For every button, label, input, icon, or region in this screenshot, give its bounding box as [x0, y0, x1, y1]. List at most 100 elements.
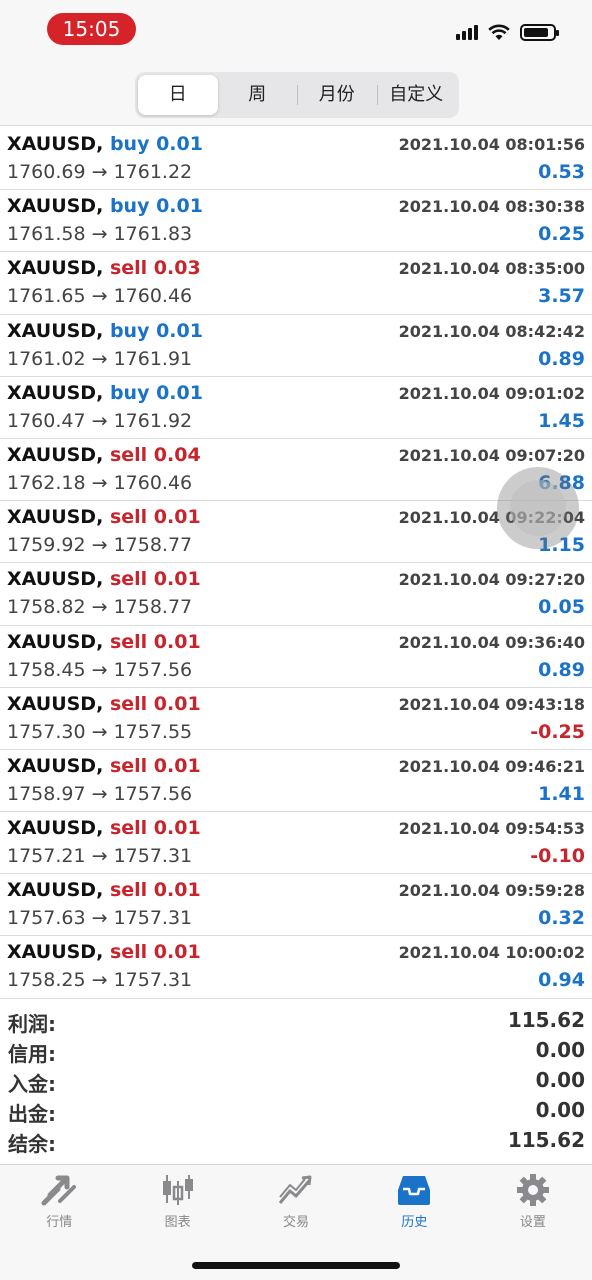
summary-row: 结余: 115.62: [0, 1128, 592, 1158]
summary-value: 115.62: [507, 1008, 585, 1032]
deal-prices: 1761.65 → 1760.46: [7, 285, 193, 308]
deal-side: sell: [109, 506, 148, 529]
deal-symbol: XAUUSD,: [7, 443, 104, 466]
deal-row[interactable]: XAUUSD, buy 0.01 2021.10.04 08:01:56 1760.…: [0, 128, 592, 191]
deal-title: XAUUSD, sell 0.01: [7, 693, 201, 715]
deal-profit: 0.32: [538, 907, 585, 930]
deal-lots: 0.04: [153, 443, 201, 466]
deal-time: 2021.10.04 09:46:21: [398, 756, 585, 776]
deal-row[interactable]: XAUUSD, sell 0.01 2021.10.04 09:59:28 1757…: [0, 874, 592, 937]
deal-lots: 0.01: [153, 941, 201, 964]
deal-profit: 0.25: [538, 223, 585, 246]
deal-time: 2021.10.04 08:42:42: [398, 321, 585, 341]
deal-lots: 0.01: [153, 754, 201, 777]
tab-quotes-arrows[interactable]: 行情: [0, 1165, 118, 1235]
deal-profit: 0.94: [538, 969, 585, 992]
deal-title: XAUUSD, sell 0.01: [7, 755, 201, 777]
deal-symbol: XAUUSD,: [7, 257, 104, 280]
tab-label: 交易: [283, 1215, 310, 1230]
deal-prices: 1761.58 → 1761.83: [7, 223, 193, 246]
deal-title: XAUUSD, buy 0.01: [7, 320, 203, 342]
deal-row[interactable]: XAUUSD, buy 0.01 2021.10.04 08:42:42 1761.…: [0, 315, 592, 377]
tab-candlestick-chart[interactable]: 图表: [118, 1165, 236, 1235]
deal-side: buy: [109, 381, 150, 404]
deal-symbol: XAUUSD,: [7, 195, 104, 218]
deal-time: 2021.10.04 08:35:00: [398, 259, 585, 279]
deal-lots: 0.01: [156, 195, 203, 218]
deal-title: XAUUSD, buy 0.01: [7, 195, 203, 217]
deal-profit: 1.45: [538, 409, 585, 432]
deal-profit: 3.57: [538, 285, 585, 308]
deal-row[interactable]: XAUUSD, sell 0.01 2021.10.04 09:46:21 1758…: [0, 750, 592, 813]
tab-settings-gear[interactable]: 设置: [474, 1165, 592, 1235]
quotes-arrows-icon: [0, 1173, 118, 1207]
tab-label: 历史: [401, 1215, 428, 1230]
period-tab[interactable]: 日: [138, 75, 218, 115]
deal-time: 2021.10.04 09:07:20: [398, 445, 585, 465]
tab-label: 设置: [519, 1215, 546, 1230]
home-indicator: [192, 1262, 400, 1269]
deal-row[interactable]: XAUUSD, sell 0.01 2021.10.04 09:54:53 1757…: [0, 812, 592, 875]
assistive-touch-button[interactable]: [497, 467, 579, 549]
deal-side: sell: [109, 257, 148, 280]
deal-row[interactable]: XAUUSD, buy 0.01 2021.10.04 09:01:02 1760.…: [0, 377, 592, 439]
deal-prices: 1760.47 → 1761.92: [7, 409, 193, 432]
deal-history-list: XAUUSD, buy 0.01 2021.10.04 08:01:56 1760.…: [0, 128, 592, 999]
period-tab[interactable]: 周: [218, 75, 298, 115]
deal-prices: 1757.63 → 1757.31: [7, 907, 193, 930]
deal-symbol: XAUUSD,: [7, 692, 104, 715]
summary-label: 入金:: [8, 1072, 56, 1096]
deal-lots: 0.01: [153, 879, 201, 902]
tab-history-tray[interactable]: 历史: [355, 1165, 473, 1235]
history-header: 日周月份 自定义: [0, 62, 592, 126]
deal-side: sell: [109, 692, 148, 715]
deal-time: 2021.10.04 10:00:02: [398, 943, 585, 963]
deal-time: 2021.10.04 09:43:18: [398, 694, 585, 714]
deal-row[interactable]: XAUUSD, sell 0.01 2021.10.04 09:36:40 1758…: [0, 626, 592, 688]
summary-label: 信用:: [8, 1042, 56, 1066]
period-tab[interactable]: 自定义: [376, 75, 457, 115]
deal-title: XAUUSD, sell 0.01: [7, 941, 201, 963]
deal-prices: 1758.45 → 1757.56: [7, 658, 193, 681]
deal-profit: -0.10: [530, 845, 585, 868]
deal-title: XAUUSD, sell 0.01: [7, 506, 201, 528]
status-bar: 15:05: [0, 0, 592, 62]
deal-title: XAUUSD, sell 0.01: [7, 879, 201, 901]
deal-title: XAUUSD, sell 0.03: [7, 257, 201, 279]
summary-label: 出金:: [8, 1102, 56, 1126]
deal-prices: 1761.02 → 1761.91: [7, 347, 193, 370]
deal-row[interactable]: XAUUSD, sell 0.03 2021.10.04 08:35:00 1761…: [0, 252, 592, 315]
trade-trend-icon: [237, 1173, 355, 1207]
status-icons: [456, 22, 559, 42]
deal-lots: 0.01: [153, 630, 201, 653]
deal-title: XAUUSD, sell 0.01: [7, 631, 201, 653]
deal-prices: 1759.92 → 1758.77: [7, 534, 193, 557]
deal-symbol: XAUUSD,: [7, 754, 104, 777]
deal-symbol: XAUUSD,: [7, 568, 104, 591]
deal-prices: 1758.25 → 1757.31: [7, 969, 193, 992]
deal-lots: 0.01: [153, 817, 201, 840]
deal-symbol: XAUUSD,: [7, 879, 104, 902]
deal-row[interactable]: XAUUSD, buy 0.01 2021.10.04 08:30:38 1761.…: [0, 190, 592, 253]
summary-label: 利润:: [8, 1012, 56, 1036]
battery-icon: [520, 23, 559, 41]
bottom-tab-bar: 行情 图表 交易 历史 设置: [0, 1164, 592, 1280]
candlestick-chart-icon: [118, 1173, 236, 1207]
deal-row[interactable]: XAUUSD, sell 0.01 2021.10.04 10:00:02 1758…: [0, 936, 592, 999]
summary-row: 利润: 115.62: [0, 1008, 592, 1038]
deal-row[interactable]: XAUUSD, sell 0.01 2021.10.04 09:43:18 1757…: [0, 688, 592, 750]
deal-side: sell: [109, 754, 148, 777]
tab-label: 行情: [46, 1215, 73, 1230]
deal-row[interactable]: XAUUSD, sell 0.01 2021.10.04 09:27:20 1758…: [0, 563, 592, 626]
deal-title: XAUUSD, sell 0.01: [7, 568, 201, 590]
settings-gear-icon: [474, 1173, 592, 1207]
deal-title: XAUUSD, sell 0.01: [7, 817, 201, 839]
tab-trade-trend[interactable]: 交易: [237, 1165, 355, 1235]
account-summary: 利润: 115.62 信用: 0.00 入金: 0.00 出金: 0.00 结余: 115.62: [0, 1008, 592, 1158]
period-segmented-control: 日周月份 自定义: [135, 72, 459, 118]
deal-symbol: XAUUSD,: [7, 133, 104, 155]
deal-profit: 0.05: [538, 596, 585, 619]
deal-symbol: XAUUSD,: [7, 941, 104, 964]
period-tab[interactable]: 月份: [297, 75, 377, 115]
deal-title: XAUUSD, sell 0.04: [7, 444, 201, 466]
